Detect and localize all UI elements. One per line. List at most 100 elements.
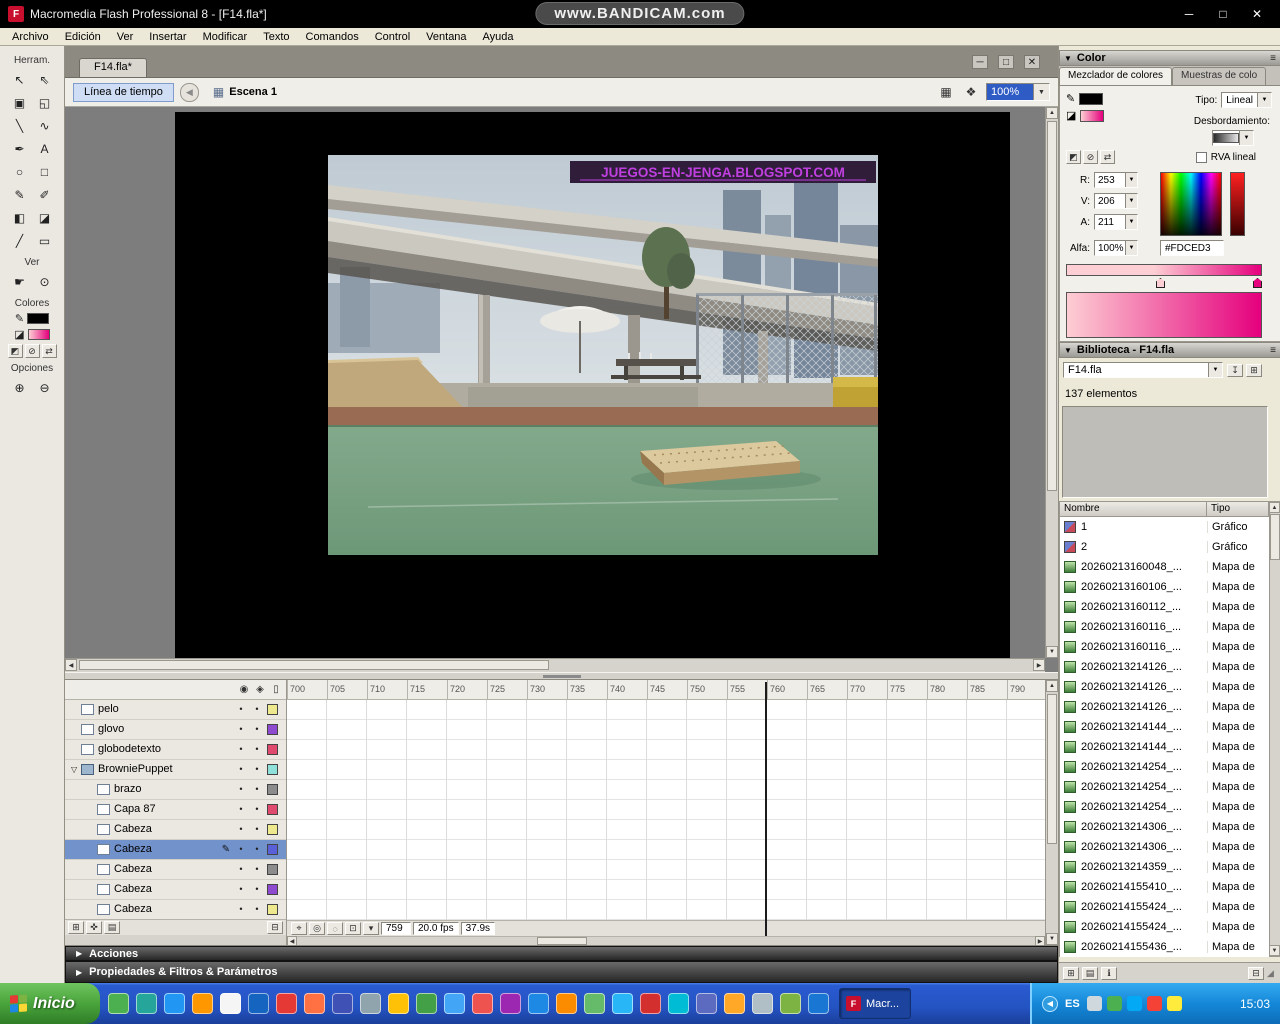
dropdown-arrow-icon[interactable]: ▼: [1208, 363, 1222, 377]
timeline-toggle-button[interactable]: Línea de tiempo: [73, 83, 174, 102]
canvas-timeline-splitter[interactable]: [65, 672, 1058, 680]
frames-grid[interactable]: [287, 700, 1045, 920]
layer-name[interactable]: Capa 87: [114, 803, 219, 815]
column-header-type[interactable]: Tipo: [1207, 502, 1268, 516]
layer-outline-color[interactable]: [267, 724, 278, 735]
library-item-row[interactable]: 20260213214126_... Mapa de: [1060, 677, 1269, 697]
insert-layer-button[interactable]: ⊞: [68, 921, 84, 934]
new-folder-button[interactable]: ▤: [1082, 967, 1098, 980]
doc-restore-button[interactable]: □: [998, 55, 1014, 69]
library-item-name[interactable]: 20260213160116_...: [1081, 641, 1207, 653]
edit-scene-button[interactable]: ▦: [936, 83, 956, 101]
layer-outline-color[interactable]: [267, 784, 278, 795]
gradient-transform-tool[interactable]: ◱: [33, 92, 57, 114]
quick-launch-icon[interactable]: [500, 993, 521, 1014]
free-transform-tool[interactable]: ▣: [8, 92, 32, 114]
default-colors-button[interactable]: ◩: [1066, 150, 1081, 164]
tab-color-swatches[interactable]: Muestras de colo: [1172, 67, 1266, 85]
library-item-row[interactable]: 20260214155410_... Mapa de: [1060, 877, 1269, 897]
panel-menu-icon[interactable]: ≡: [1270, 345, 1276, 356]
modify-onion-markers-button[interactable]: ▾: [363, 922, 379, 935]
tray-icon[interactable]: [1107, 996, 1122, 1011]
quick-launch-icon[interactable]: [332, 993, 353, 1014]
lock-all-layers-icon[interactable]: ◈: [252, 684, 268, 695]
scroll-left-arrow[interactable]: ◀: [287, 936, 297, 945]
menu-item[interactable]: Edición: [57, 30, 109, 44]
layer-visibility-dot[interactable]: •: [233, 844, 249, 854]
stage[interactable]: JUEGOS-EN-JENGA.BLOGSPOT.COM: [175, 112, 1010, 658]
layer-outline-color[interactable]: [267, 864, 278, 875]
timeline-layer-row[interactable]: ▽ Cabeza ✎ • •: [65, 880, 286, 900]
library-item-name[interactable]: 2: [1081, 541, 1207, 553]
playhead[interactable]: [765, 682, 767, 936]
menu-item[interactable]: Texto: [255, 30, 297, 44]
layer-name[interactable]: Cabeza: [114, 843, 219, 855]
quick-launch-icon[interactable]: [640, 993, 661, 1014]
new-symbol-button[interactable]: ⊞: [1063, 967, 1079, 980]
tray-icon[interactable]: [1147, 996, 1162, 1011]
library-item-name[interactable]: 20260213214359_...: [1081, 861, 1207, 873]
quick-launch-icon[interactable]: [248, 993, 269, 1014]
layer-name[interactable]: Cabeza: [114, 823, 219, 835]
library-item-name[interactable]: 20260213160112_...: [1081, 601, 1207, 613]
library-item-row[interactable]: 1 Gráfico: [1060, 517, 1269, 537]
library-item-name[interactable]: 20260214155424_...: [1081, 901, 1207, 913]
zoom-combo[interactable]: 100% ▼: [986, 83, 1050, 101]
timeline-layer-row[interactable]: ▽ Cabeza ✎ • •: [65, 840, 286, 860]
menu-item[interactable]: Insertar: [141, 30, 194, 44]
menu-item[interactable]: Archivo: [4, 30, 57, 44]
gradient-definition-bar[interactable]: [1066, 264, 1262, 276]
layer-outline-color[interactable]: [267, 904, 278, 915]
swap-colors-button[interactable]: ⇄: [1100, 150, 1115, 164]
canvas-vertical-scrollbar[interactable]: ▲ ▼: [1045, 107, 1058, 658]
quick-launch-icon[interactable]: [220, 993, 241, 1014]
center-frame-button[interactable]: ⌖: [291, 922, 307, 935]
menu-item[interactable]: Modificar: [195, 30, 256, 44]
menu-item[interactable]: Comandos: [298, 30, 367, 44]
quick-launch-icon[interactable]: [724, 993, 745, 1014]
panel-menu-icon[interactable]: ≡: [1270, 53, 1276, 64]
hidden-icons-chevron[interactable]: ◀: [1042, 996, 1058, 1012]
layer-lock-dot[interactable]: •: [249, 864, 265, 874]
library-item-name[interactable]: 20260214155424_...: [1081, 921, 1207, 933]
layer-outline-color[interactable]: [267, 804, 278, 815]
red-field[interactable]: 253 ▼: [1094, 172, 1138, 188]
layer-name[interactable]: globodetexto: [98, 743, 219, 755]
quick-launch-icon[interactable]: [668, 993, 689, 1014]
taskbar-task-flash[interactable]: F Macr...: [839, 988, 911, 1019]
brush-tool[interactable]: ✐: [33, 184, 57, 206]
timeline-layer-row[interactable]: ▽ pelo ✎ • •: [65, 700, 286, 720]
quick-launch-icon[interactable]: [388, 993, 409, 1014]
menu-item[interactable]: Ver: [109, 30, 142, 44]
color-spectrum-picker[interactable]: [1160, 172, 1222, 236]
rgb-linear-checkbox[interactable]: [1196, 152, 1207, 163]
library-item-row[interactable]: 20260214155424_... Mapa de: [1060, 897, 1269, 917]
library-item-name[interactable]: 20260213160116_...: [1081, 621, 1207, 633]
fill-color-swatch[interactable]: [28, 329, 50, 340]
quick-launch-icon[interactable]: [612, 993, 633, 1014]
edit-multiple-frames-button[interactable]: ⊡: [345, 922, 361, 935]
zoom-out-option[interactable]: ⊖: [33, 377, 57, 399]
library-item-name[interactable]: 20260214155410_...: [1081, 881, 1207, 893]
add-motion-guide-button[interactable]: ✜: [86, 921, 102, 934]
layer-name[interactable]: Cabeza: [114, 863, 219, 875]
restore-button[interactable]: □: [1208, 4, 1238, 24]
library-item-name[interactable]: 20260213214306_...: [1081, 841, 1207, 853]
layer-name[interactable]: Cabeza: [114, 883, 219, 895]
library-item-row[interactable]: 20260213214254_... Mapa de: [1060, 777, 1269, 797]
quick-launch-icon[interactable]: [696, 993, 717, 1014]
layer-visibility-dot[interactable]: •: [233, 864, 249, 874]
library-item-name[interactable]: 1: [1081, 521, 1207, 533]
selection-tool[interactable]: ↖: [8, 69, 32, 91]
document-tab[interactable]: F14.fla*: [79, 58, 147, 77]
layer-outline-color[interactable]: [267, 844, 278, 855]
splitter-grip[interactable]: [543, 675, 581, 678]
layer-lock-dot[interactable]: •: [249, 724, 265, 734]
stepper-arrow-icon[interactable]: ▼: [1125, 194, 1137, 208]
pencil-tool[interactable]: ✎: [8, 184, 32, 206]
layer-name[interactable]: pelo: [98, 703, 219, 715]
eyedropper-tool[interactable]: ╱: [8, 230, 32, 252]
text-tool[interactable]: A: [33, 138, 57, 160]
layer-lock-dot[interactable]: •: [249, 764, 265, 774]
layer-visibility-dot[interactable]: •: [233, 884, 249, 894]
